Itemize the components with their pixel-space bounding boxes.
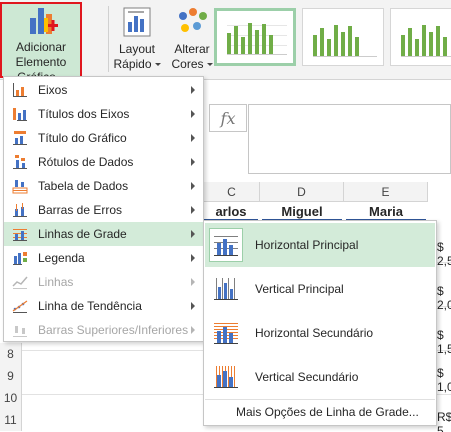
axes-icon <box>12 82 28 98</box>
add-chart-element-button[interactable]: Adicionar Elemento Gráfico <box>0 2 82 84</box>
menu-item-error-bars[interactable]: Barras de Erros <box>4 198 203 222</box>
axis-value: $ 1,5 <box>437 328 451 356</box>
chevron-right-icon <box>191 254 195 262</box>
menu-item-legend[interactable]: Legenda <box>4 246 203 270</box>
chevron-right-icon <box>191 278 195 286</box>
chevron-down-icon <box>206 63 213 67</box>
gridlines-submenu: Horizontal Principal Vertical Principal … <box>203 220 437 426</box>
submenu-item-vertical-major[interactable]: Vertical Principal <box>205 267 435 311</box>
palette-icon <box>175 2 209 38</box>
cell-name-d[interactable]: Miguel <box>262 203 342 221</box>
chevron-right-icon <box>191 302 195 310</box>
error-bars-icon <box>12 202 28 218</box>
chart-style-thumbnail[interactable] <box>302 8 384 66</box>
column-header-c[interactable]: C <box>204 182 260 202</box>
cell-name-c[interactable]: arlos <box>204 203 258 221</box>
more-gridline-options-link[interactable]: Mais Opções de Linha de Grade... <box>236 405 419 419</box>
chevron-right-icon <box>191 206 195 214</box>
submenu-item-horizontal-minor[interactable]: Horizontal Secundário <box>205 311 435 355</box>
axis-titles-icon <box>12 106 28 122</box>
submenu-item-vertical-minor[interactable]: Vertical Secundário <box>205 355 435 399</box>
row-header[interactable]: 8 <box>0 343 22 365</box>
axis-value: $ 2,0 <box>437 284 451 312</box>
chevron-down-icon <box>154 63 161 67</box>
chevron-right-icon <box>191 134 195 142</box>
row-header[interactable]: 11 <box>0 409 22 431</box>
menu-item-chart-title[interactable]: Título do Gráfico <box>4 126 203 150</box>
quick-layout-label-2: Rápido <box>113 57 152 71</box>
trendline-icon <box>12 298 28 314</box>
change-colors-button[interactable]: Alterar Cores <box>170 2 214 78</box>
lines-icon <box>12 274 28 290</box>
horizontal-major-gridlines-icon <box>209 228 243 262</box>
menu-item-axis-titles[interactable]: Títulos dos Eixos <box>4 102 203 126</box>
add-chart-element-menu: Eixos Títulos dos Eixos Título do Gráfic… <box>3 76 204 342</box>
chevron-right-icon <box>191 230 195 238</box>
ribbon: Adicionar Elemento Gráfico Layout Rápido <box>0 0 451 84</box>
menu-item-lines[interactable]: Linhas <box>4 270 203 294</box>
add-chart-element-label-1: Adicionar Elemento <box>15 40 67 69</box>
column-header-d[interactable]: D <box>260 182 344 202</box>
insert-function-button[interactable]: fx <box>209 104 247 132</box>
chevron-right-icon <box>191 158 195 166</box>
chart-styles-gallery <box>214 8 451 70</box>
legend-icon <box>12 250 28 266</box>
fx-icon: fx <box>220 108 236 128</box>
ribbon-separator <box>108 6 109 72</box>
submenu-item-horizontal-major[interactable]: Horizontal Principal <box>205 223 435 267</box>
menu-item-gridlines[interactable]: Linhas de Grade <box>4 222 203 246</box>
submenu-divider <box>205 399 435 400</box>
chart-style-thumbnail[interactable] <box>390 8 451 66</box>
vertical-major-gridlines-icon <box>209 272 243 306</box>
vertical-minor-gridlines-icon <box>209 360 243 394</box>
menu-item-data-table[interactable]: Tabela de Dados <box>4 174 203 198</box>
chevron-right-icon <box>191 86 195 94</box>
data-labels-icon <box>12 154 28 170</box>
chevron-right-icon <box>191 110 195 118</box>
horizontal-minor-gridlines-icon <box>209 316 243 350</box>
column-header-e[interactable]: E <box>344 182 428 202</box>
menu-item-trendline[interactable]: Linha de Tendência <box>4 294 203 318</box>
axis-value: R$ 5 <box>437 410 451 432</box>
quick-layout-label-1: Layout <box>118 42 156 56</box>
axis-value: $ 2,5 <box>437 240 451 268</box>
change-colors-label-2: Cores <box>171 57 204 71</box>
cell-name-e[interactable]: Maria <box>346 203 426 221</box>
change-colors-label-1: Alterar <box>174 42 210 56</box>
data-table-icon <box>12 178 28 194</box>
quick-layout-icon <box>122 2 152 38</box>
add-chart-element-icon <box>24 4 58 36</box>
row-header[interactable]: 9 <box>0 365 22 387</box>
axis-value: $ 1,0 <box>437 366 451 394</box>
chart-title-icon <box>12 130 28 146</box>
up-down-bars-icon <box>12 322 28 338</box>
chevron-right-icon <box>191 326 195 334</box>
chevron-right-icon <box>191 182 195 190</box>
quick-layout-button[interactable]: Layout Rápido <box>112 2 162 78</box>
gridlines-icon <box>12 226 28 242</box>
menu-item-data-labels[interactable]: Rótulos de Dados <box>4 150 203 174</box>
chart-style-thumbnail[interactable] <box>214 8 296 66</box>
formula-input[interactable] <box>248 104 451 174</box>
menu-item-axes[interactable]: Eixos <box>4 78 203 102</box>
menu-item-up-down-bars[interactable]: Barras Superiores/Inferiores <box>4 318 203 342</box>
row-header[interactable]: 10 <box>0 387 22 409</box>
